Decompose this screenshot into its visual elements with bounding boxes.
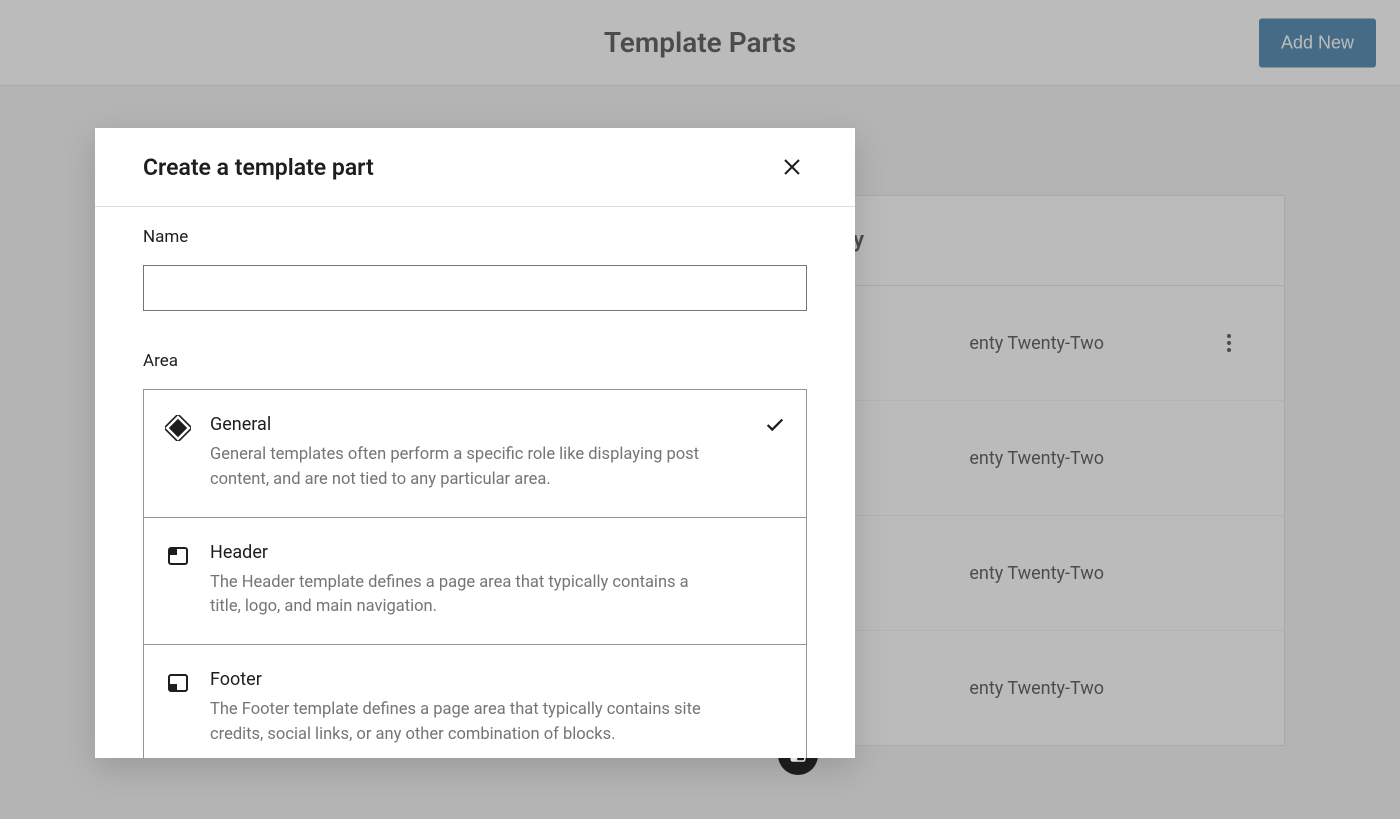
name-input[interactable] [143, 265, 807, 311]
area-label: Area [143, 351, 807, 371]
area-list: General General templates often perform … [143, 389, 807, 758]
layout-footer-icon [164, 669, 192, 697]
area-option-footer[interactable]: Footer The Footer template defines a pag… [144, 645, 806, 758]
close-icon [782, 157, 802, 177]
create-template-part-modal: Create a template part Name Area General… [95, 128, 855, 758]
area-name: Header [210, 542, 786, 563]
area-name: General [210, 414, 754, 435]
area-description: The Header template defines a page area … [210, 571, 710, 621]
modal-title: Create a template part [143, 154, 374, 181]
close-button[interactable] [777, 152, 807, 182]
check-icon [764, 414, 786, 440]
modal-body[interactable]: Name Area General General templates ofte… [95, 207, 855, 758]
area-description: General templates often perform a specif… [210, 443, 710, 493]
area-content: Footer The Footer template defines a pag… [210, 669, 786, 748]
area-section: Area General General templates often per… [143, 351, 807, 758]
layout-header-icon [164, 542, 192, 570]
modal-header: Create a template part [95, 128, 855, 207]
area-name: Footer [210, 669, 786, 690]
area-description: The Footer template defines a page area … [210, 698, 710, 748]
name-label: Name [143, 227, 807, 247]
area-option-header[interactable]: Header The Header template defines a pag… [144, 518, 806, 646]
area-content: General General templates often perform … [210, 414, 754, 493]
area-option-general[interactable]: General General templates often perform … [144, 390, 806, 518]
area-content: Header The Header template defines a pag… [210, 542, 786, 621]
layout-general-icon [164, 414, 192, 442]
